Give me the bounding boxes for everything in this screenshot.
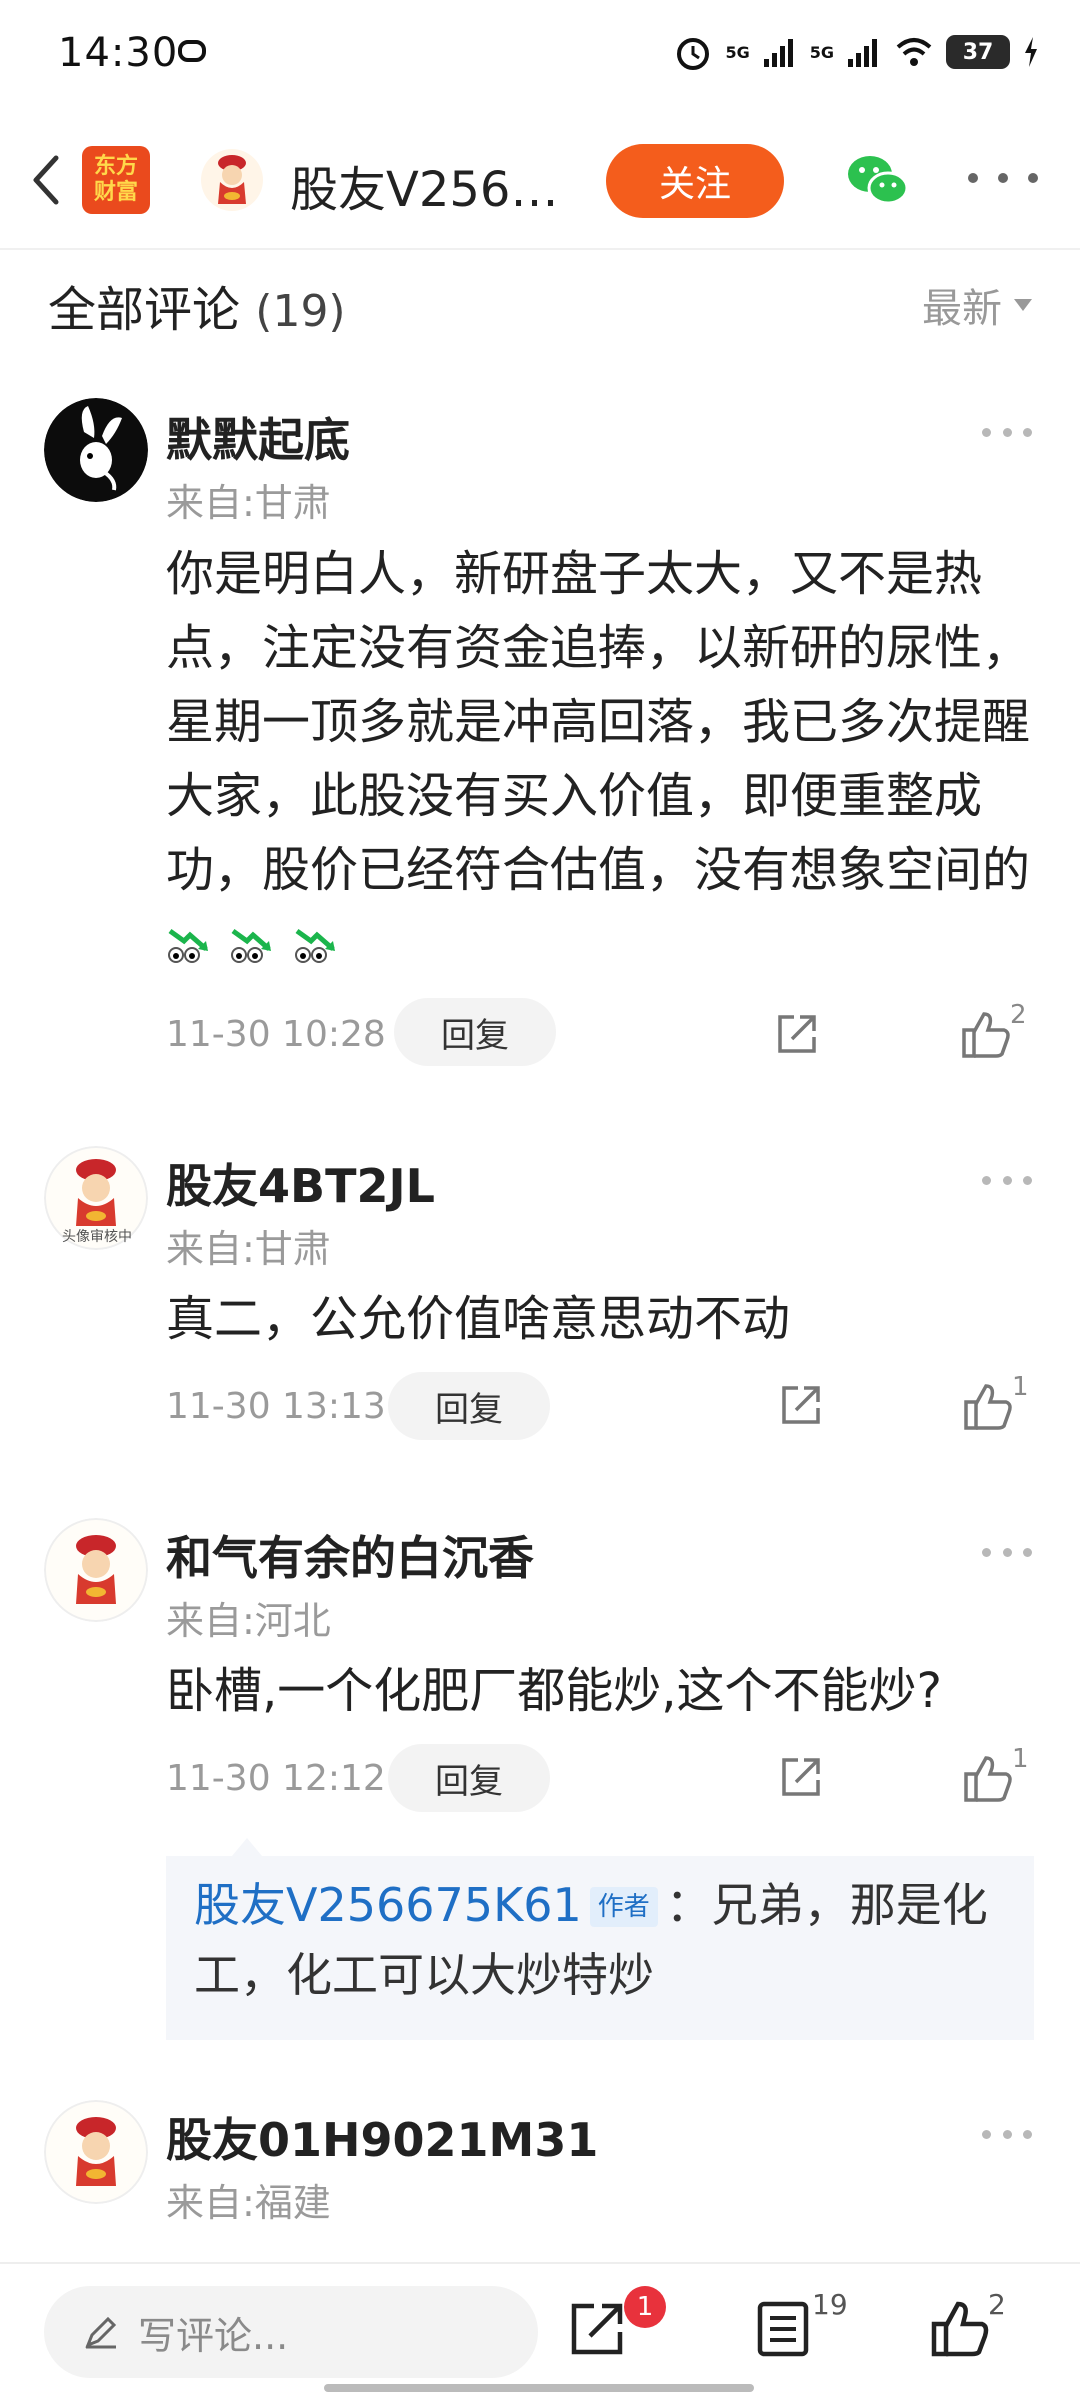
commenter-avatar[interactable] — [44, 2100, 148, 2204]
logo-line1: 东方 — [93, 154, 138, 179]
more-options-icon[interactable] — [968, 158, 1038, 198]
comment-more-icon[interactable] — [982, 424, 1032, 440]
comment-location: 来自:河北 — [166, 1599, 331, 1643]
sort-dropdown[interactable]: 最新 — [922, 276, 1032, 334]
like-count: 1 — [1012, 1372, 1029, 1402]
battery-indicator: 37 — [946, 35, 1010, 69]
wifi-icon — [896, 38, 932, 66]
reply-author-link[interactable]: 股友V256675K61 — [194, 1878, 582, 1932]
share-icon[interactable] — [568, 2298, 630, 2360]
like-thumb-icon[interactable] — [960, 1008, 1012, 1060]
user-avatar[interactable] — [200, 148, 264, 212]
author-badge: 作者 — [589, 1887, 658, 1927]
like-thumb-icon[interactable] — [962, 1380, 1014, 1432]
back-arrow-icon[interactable] — [22, 150, 72, 210]
comment-more-icon[interactable] — [982, 1172, 1032, 1188]
comment-location: 来自:甘肃 — [166, 1227, 331, 1271]
like-thumb-icon[interactable] — [962, 1752, 1014, 1804]
comment-username[interactable]: 股友4BT2JL — [166, 1150, 435, 1216]
bottom-action-bar: 写评论... 1 19 2 — [0, 2262, 1080, 2402]
reply-button[interactable]: 回复 — [388, 1372, 550, 1440]
comments-list-icon[interactable] — [752, 2298, 814, 2360]
comment-username[interactable]: 默默起底 — [166, 404, 350, 470]
comments-count: 19 — [812, 2288, 848, 2321]
comment-time: 11-30 13:13 — [166, 1386, 386, 1427]
top-nav-bar: 东方 财富 股友V256… 关注 — [0, 110, 1080, 250]
commenter-avatar[interactable] — [44, 1518, 148, 1622]
comment-username[interactable]: 和气有余的白沉香 — [166, 1522, 534, 1588]
comment-text: 真二，公允价值啥意思动不动 — [166, 1291, 791, 1347]
caret-down-icon — [1014, 299, 1032, 311]
comment-text: 你是明白人，新研盘子太大，又不是热点，注定没有资金追捧，以新研的尿性，星期一顶多… — [166, 537, 1036, 981]
follow-button[interactable]: 关注 — [606, 144, 784, 218]
status-time: 14:30 — [58, 30, 179, 76]
comment-username[interactable]: 股友01H9021M31 — [166, 2104, 598, 2170]
like-count: 1 — [1012, 1744, 1029, 1774]
logo-line2: 财富 — [93, 180, 138, 205]
comments-section-title: 全部评论 (19) — [48, 270, 346, 340]
comment-time: 11-30 12:12 — [166, 1758, 386, 1799]
alarm-icon — [677, 38, 710, 70]
comment-location: 来自:福建 — [166, 2181, 331, 2225]
comment-input[interactable]: 写评论... — [44, 2286, 538, 2378]
share-icon[interactable] — [778, 1382, 824, 1428]
commenter-avatar[interactable] — [44, 398, 148, 502]
wechat-share-icon[interactable] — [844, 150, 910, 210]
share-icon[interactable] — [778, 1754, 824, 1800]
pencil-icon — [85, 2316, 117, 2349]
likes-count: 2 — [988, 2288, 1006, 2321]
reply-button[interactable]: 回复 — [388, 1744, 550, 1812]
like-thumb-icon[interactable] — [928, 2298, 990, 2360]
comment-input-placeholder: 写评论... — [138, 2313, 289, 2358]
nav-title: 股友V256… — [290, 162, 559, 218]
sort-label: 最新 — [922, 286, 1002, 332]
home-indicator[interactable] — [324, 2384, 754, 2392]
status-icons: 5G 5G 37 — [673, 32, 1040, 72]
network-label-1: 5G — [725, 42, 750, 62]
comment-location: 来自:甘肃 — [166, 481, 331, 525]
quote-pointer — [232, 1838, 262, 1856]
signal-icon — [763, 39, 793, 67]
comment-more-icon[interactable] — [982, 1544, 1032, 1560]
comment-text-body: 你是明白人，新研盘子太大，又不是热点，注定没有资金追捧，以新研的尿性，星期一顶多… — [166, 546, 1031, 898]
comment-more-icon[interactable] — [982, 2126, 1032, 2142]
status-bar: 14:30 5G 5G 37 — [0, 0, 1080, 110]
comment-text: 卧槽,一个化肥厂都能炒,这个不能炒? — [166, 1663, 942, 1719]
author-reply-text: 股友V256675K61 作者 ：兄弟，那是化工，化工可以大炒特炒 — [194, 1870, 1014, 2010]
network-label-2: 5G — [809, 42, 834, 62]
signal-icon-2 — [848, 39, 877, 67]
share-icon[interactable] — [774, 1011, 820, 1057]
reply-button[interactable]: 回复 — [394, 998, 556, 1066]
like-count: 2 — [1010, 1000, 1027, 1030]
status-notification-icon — [178, 40, 206, 62]
avatar-caption: 头像审核中 — [62, 1229, 132, 1245]
charging-icon — [1025, 37, 1037, 67]
comment-count: (19) — [255, 286, 346, 337]
comment-time: 11-30 10:28 — [166, 1014, 386, 1055]
author-reply-box[interactable]: 股友V256675K61 作者 ：兄弟，那是化工，化工可以大炒特炒 — [166, 1856, 1034, 2040]
section-title-text: 全部评论 — [48, 282, 241, 338]
app-logo: 东方 财富 — [82, 146, 150, 214]
falling-arrow-emoji-icon — [166, 916, 341, 972]
share-badge: 1 — [624, 2286, 666, 2328]
